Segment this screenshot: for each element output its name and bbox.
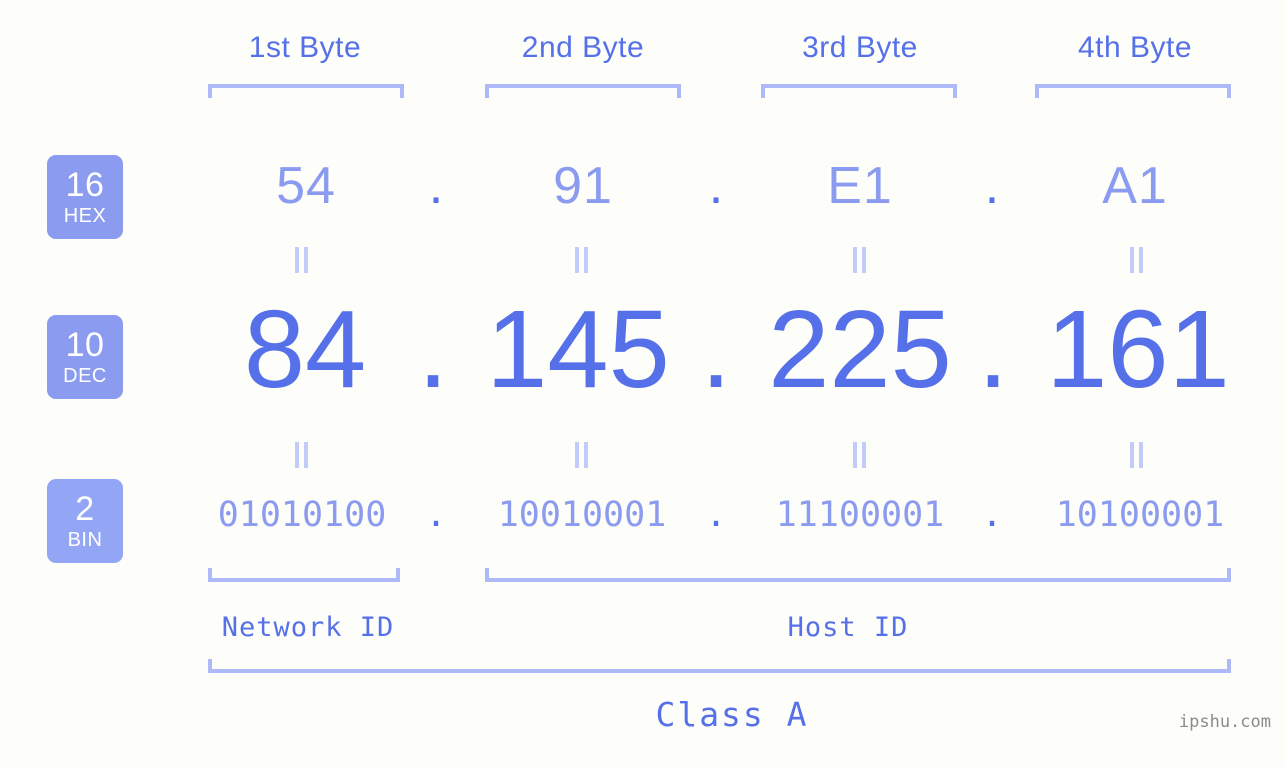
equals-connector-dec-bin-4 <box>1125 442 1147 468</box>
hex-byte-1: 54 <box>276 157 336 215</box>
bin-byte-1: 01010100 <box>217 495 387 535</box>
radix-badge-hex: 16 HEX <box>47 155 123 239</box>
equals-connector-hex-dec-1 <box>290 247 312 273</box>
byte-bracket-4 <box>1035 84 1231 98</box>
hex-separator-1: . <box>428 157 444 215</box>
byte-label-3: 3rd Byte <box>802 31 918 64</box>
byte-label-1: 1st Byte <box>248 31 362 64</box>
bin-separator-2: . <box>705 495 727 535</box>
site-watermark: ipshu.com <box>1178 712 1271 732</box>
bin-byte-4: 10100001 <box>1055 495 1225 535</box>
byte-bracket-1 <box>208 84 404 98</box>
ip-address-breakdown-diagram: 1st Byte 2nd Byte 3rd Byte 4th Byte 16 H… <box>0 0 1285 767</box>
equals-connector-dec-bin-3 <box>848 442 870 468</box>
bin-byte-3: 11100001 <box>775 495 945 535</box>
dec-separator-3: . <box>977 288 1009 411</box>
dec-byte-3: 225 <box>768 288 952 411</box>
equals-connector-hex-dec-2 <box>570 247 592 273</box>
radix-badge-dec-label: DEC <box>63 365 107 387</box>
byte-bracket-3 <box>761 84 957 98</box>
host-id-bracket <box>485 568 1231 582</box>
bin-separator-1: . <box>425 495 447 535</box>
host-id-label: Host ID <box>787 612 909 643</box>
network-id-bracket <box>208 568 400 582</box>
network-id-label: Network ID <box>221 612 395 643</box>
hex-byte-4: A1 <box>1102 157 1168 215</box>
radix-badge-dec-number: 10 <box>65 326 105 364</box>
radix-badge-bin: 2 BIN <box>47 479 123 563</box>
equals-connector-hex-dec-3 <box>848 247 870 273</box>
equals-connector-dec-bin-1 <box>290 442 312 468</box>
dec-byte-2: 145 <box>486 288 670 411</box>
dec-byte-1: 84 <box>243 288 367 411</box>
radix-badge-bin-number: 2 <box>75 490 95 528</box>
dec-byte-4: 161 <box>1046 288 1230 411</box>
byte-label-4: 4th Byte <box>1077 31 1193 64</box>
dec-separator-1: . <box>417 288 449 411</box>
radix-badge-bin-label: BIN <box>67 529 103 551</box>
class-bracket <box>208 659 1231 673</box>
byte-label-2: 2nd Byte <box>521 31 645 64</box>
hex-byte-2: 91 <box>553 157 613 215</box>
radix-badge-hex-label: HEX <box>63 205 107 227</box>
bin-separator-3: . <box>981 495 1003 535</box>
bin-byte-2: 10010001 <box>497 495 667 535</box>
class-label: Class A <box>655 695 809 734</box>
hex-separator-3: . <box>984 157 1000 215</box>
radix-badge-dec: 10 DEC <box>47 315 123 399</box>
equals-connector-dec-bin-2 <box>570 442 592 468</box>
radix-badge-hex-number: 16 <box>65 166 105 204</box>
hex-separator-2: . <box>708 157 724 215</box>
byte-bracket-2 <box>485 84 681 98</box>
equals-connector-hex-dec-4 <box>1125 247 1147 273</box>
hex-byte-3: E1 <box>827 157 893 215</box>
